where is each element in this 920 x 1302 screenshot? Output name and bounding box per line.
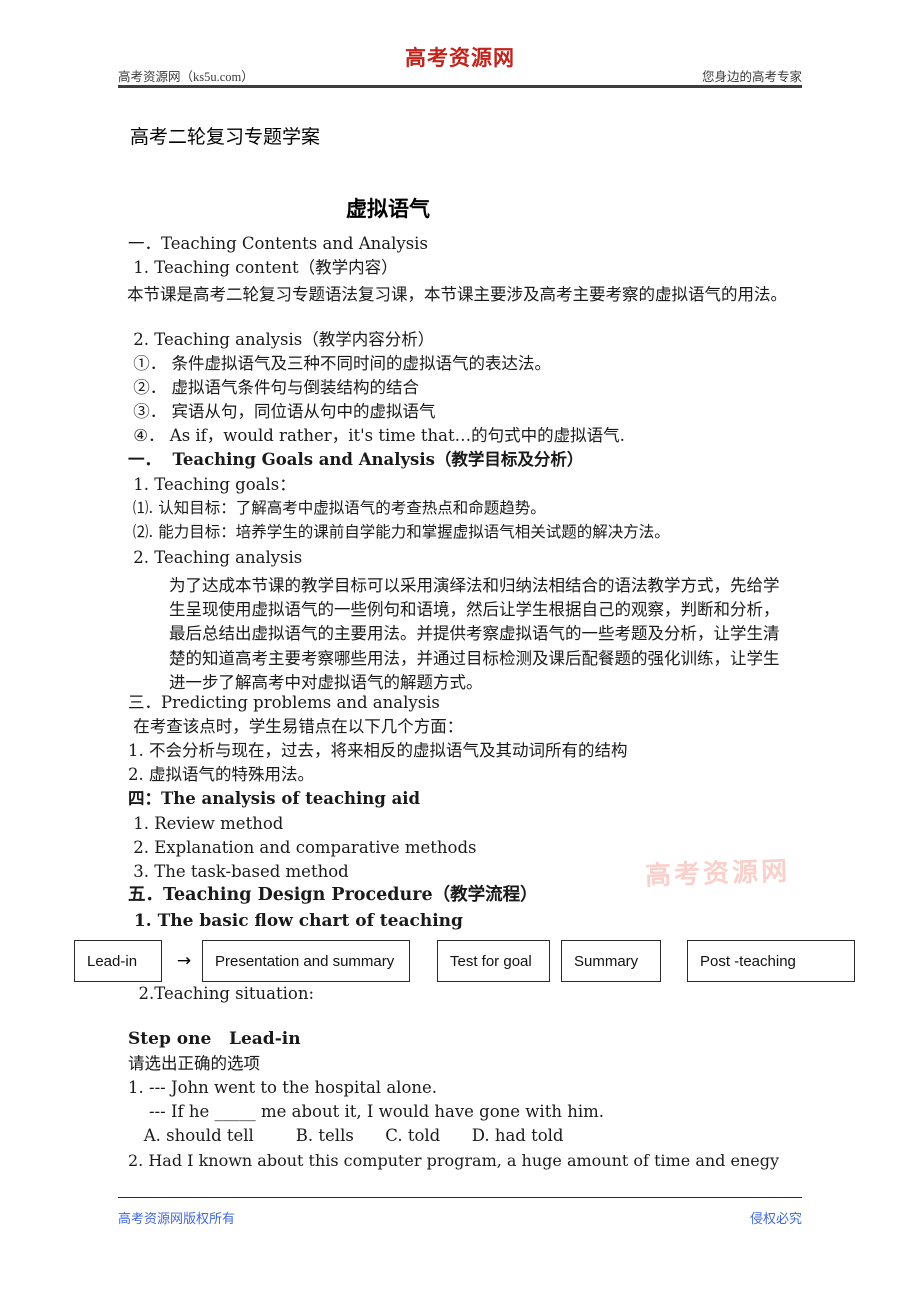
heading-teaching-design-procedure: 五．Teaching Design Procedure（教学流程） xyxy=(128,885,538,905)
header-divider xyxy=(118,85,802,88)
header-left-text: 高考资源网（ks5u.com） xyxy=(118,70,254,84)
heading-step-one: Step one Lead-in xyxy=(128,1029,301,1049)
item-basic-flow-chart: 1. The basic flow chart of teaching xyxy=(128,911,463,931)
item-teaching-analysis-2: 2. Teaching analysis xyxy=(128,548,303,567)
page-title: 高考二轮复习专题学案 xyxy=(130,126,321,148)
question-1-line-2: --- If he _____ me about it, I would hav… xyxy=(128,1102,604,1121)
heading-teaching-goals: 一． Teaching Goals and Analysis（教学目标及分析） xyxy=(128,450,584,469)
document-page: 高考资源网 高考资源网（ks5u.com） 您身边的高考专家 高考二轮复习专题学… xyxy=(0,0,920,1302)
watermark-text: 高考资源网 xyxy=(644,856,791,892)
item-teaching-analysis-1: 2. Teaching analysis（教学内容分析） xyxy=(128,330,435,349)
predicting-intro: 在考查该点时，学生易错点在以下几个方面： xyxy=(128,717,464,736)
item-teaching-situation: 2.Teaching situation: xyxy=(128,984,315,1003)
flow-box-test-for-goal[interactable]: Test for goal xyxy=(437,940,550,982)
page-header: 高考资源网 高考资源网（ks5u.com） 您身边的高考专家 xyxy=(118,40,802,90)
flow-box-post-teaching[interactable]: Post -teaching xyxy=(687,940,855,982)
footer-copyright: 高考资源网版权所有 xyxy=(118,1212,236,1227)
item-teaching-goals: 1. Teaching goals： xyxy=(128,475,296,494)
goal-cognitive: ⑴. 认知目标：了解高考中虚拟语气的考查热点和命题趋势。 xyxy=(128,499,546,517)
predicting-problem-1: 1. 不会分析与现在，过去，将来相反的虚拟语气及其动词所有的结构 xyxy=(128,741,628,760)
question-1-options: A. should tell B. tells C. told D. had t… xyxy=(128,1126,564,1145)
arrow-right-icon: → xyxy=(176,951,192,971)
teaching-aid-2: 2. Explanation and comparative methods xyxy=(128,838,477,857)
flow-box-summary[interactable]: Summary xyxy=(561,940,661,982)
question-1-line-1: 1. --- John went to the hospital alone. xyxy=(128,1078,438,1097)
footer-divider xyxy=(118,1197,802,1198)
goal-ability: ⑵. 能力目标：培养学生的课前自学能力和掌握虚拟语气相关试题的解决方法。 xyxy=(128,523,670,541)
paragraph-teaching-content: 本节课是高考二轮复习专题语法复习课，本节课主要涉及高考主要考察的虚拟语气的用法。 xyxy=(127,285,787,304)
teaching-aid-3: 3. The task-based method xyxy=(128,862,349,881)
predicting-problem-2: 2. 虚拟语气的特殊用法。 xyxy=(128,765,314,784)
heading-teaching-aid: 四：The analysis of teaching aid xyxy=(128,789,421,808)
heading-predicting-problems: 三．Predicting problems and analysis xyxy=(128,693,440,712)
header-right-text: 您身边的高考专家 xyxy=(701,70,802,84)
analysis-point-2: ②． 虚拟语气条件句与倒装结构的结合 xyxy=(128,378,419,397)
analysis-point-1: ①． 条件虚拟语气及三种不同时间的虚拟语气的表达法。 xyxy=(128,354,551,373)
flow-box-lead-in[interactable]: Lead-in xyxy=(74,940,162,982)
question-2-line-1: 2. Had I known about this computer progr… xyxy=(128,1151,780,1170)
teaching-flow-chart: Lead-in → Presentation and summary Test … xyxy=(0,940,920,986)
analysis-point-4: ④． As if，would rather，it's time that…的句式… xyxy=(128,426,625,445)
instruction-choose-option: 请选出正确的选项 xyxy=(128,1054,260,1073)
flow-box-presentation-and-summary[interactable]: Presentation and summary xyxy=(202,940,410,982)
item-teaching-content: 1. Teaching content（教学内容） xyxy=(128,258,398,277)
paragraph-teaching-analysis: 为了达成本节课的教学目标可以采用演绎法和归纳法相结合的语法教学方式，先给学生呈现… xyxy=(169,576,780,692)
heading-teaching-contents: 一．Teaching Contents and Analysis xyxy=(128,234,428,253)
footer-rights-notice: 侵权必究 xyxy=(749,1212,802,1227)
teaching-aid-1: 1. Review method xyxy=(128,814,284,833)
lesson-topic-heading: 虚拟语气 xyxy=(346,196,430,221)
analysis-point-3: ③． 宾语从句，同位语从句中的虚拟语气 xyxy=(128,402,436,421)
